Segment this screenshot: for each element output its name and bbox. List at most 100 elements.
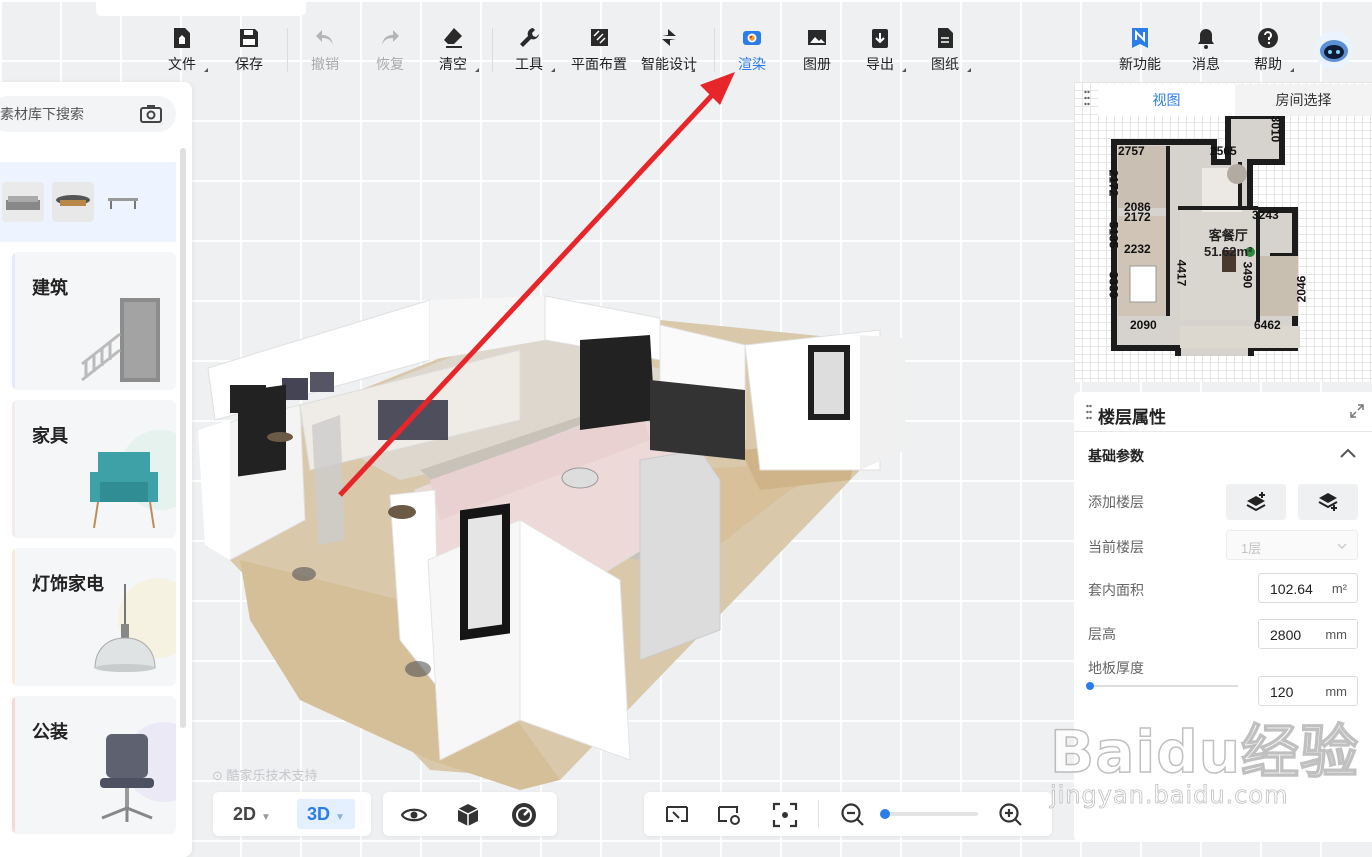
clear-button[interactable]: 清空 [423,26,483,76]
add-floor-above-button[interactable] [1226,484,1286,520]
chevron-down-icon [1337,543,1347,549]
bell-icon [1198,29,1214,49]
drag-handle-icon[interactable] [1086,404,1092,420]
library-scrollbar[interactable] [180,148,186,728]
inner-area-value: 102.64 [1270,581,1313,597]
messages-button[interactable]: 消息 [1176,26,1236,76]
category-commercial[interactable]: 公装 [12,696,176,834]
coffee-table-thumbnail[interactable] [52,182,94,222]
floorplan-minimap[interactable]: 视图 房间选择 客餐厅 51.62m² 2757 2565 3010 2086 … [1074,82,1372,382]
file-label: 文件 [168,56,196,72]
render-button[interactable]: 渲染 [722,26,782,76]
file-icon [174,28,190,48]
slider-handle[interactable] [1086,682,1094,690]
current-floor-label: 当前楼层 [1088,539,1144,555]
tab-view[interactable]: 视图 [1098,84,1235,116]
slab-thickness-label: 地板厚度 [1088,660,1144,676]
zoom-slider[interactable] [880,809,978,819]
dim-label: 4417 [1174,259,1189,287]
mode-3d-button[interactable]: 3D ▼ [297,799,355,829]
floor-height-unit: mm [1325,627,1347,642]
cube-icon[interactable] [455,802,481,828]
mode-2d-button[interactable]: 2D ▼ [223,799,281,829]
avatar[interactable] [1314,30,1354,70]
dim-label: 3010 [1268,115,1283,143]
props-header: 楼层属性 [1074,392,1372,432]
tab-room-select[interactable]: 房间选择 [1235,84,1372,116]
dim-label: 2172 [1124,210,1151,224]
clear-label: 清空 [439,56,467,72]
focus-icon[interactable] [772,802,798,828]
gauge-icon[interactable] [511,802,537,828]
export-icon [872,29,888,48]
zoom-in-icon[interactable] [998,802,1024,828]
inner-area-unit: m² [1331,581,1347,596]
view-mode-group: 2D ▼ 3D ▼ [213,792,371,836]
category-furniture[interactable]: 家具 [12,400,176,538]
section-title: 基础参数 [1088,448,1144,464]
current-floor-select[interactable]: 1层 [1226,530,1358,560]
camera-view-icon[interactable] [664,802,690,828]
category-lighting-appliances[interactable]: 灯饰家电 [12,548,176,686]
dim-label: 6462 [1254,318,1281,332]
camera-settings-icon[interactable] [716,802,742,828]
add-floor-buttons [1226,484,1366,520]
help-label: 帮助 [1254,56,1282,72]
inner-area-field[interactable]: 102.64 m² [1258,573,1358,603]
undo-label: 撤销 [311,56,339,72]
category-label: 家具 [32,426,68,446]
album-button[interactable]: 图册 [787,26,847,76]
export-button[interactable]: 导出 [850,26,910,76]
dim-label: 3339 [1106,271,1121,299]
add-floor-below-button[interactable] [1298,484,1358,520]
file-button[interactable]: 文件 [152,26,212,76]
messages-label: 消息 [1192,56,1220,72]
slab-thickness-field[interactable]: 120 mm [1258,676,1358,706]
top-toolbar: 文件 保存 撤销 恢复 清空 工具 平面布置 智能设计 渲染 图册 导出 图纸 … [0,0,1372,82]
table-thumbnail[interactable] [102,182,144,222]
floor-layout-button[interactable]: 平面布置 [569,26,629,76]
eye-icon[interactable] [401,802,427,828]
layers-up-icon [1246,492,1266,512]
support-text: ⊙ 酷家乐技术支持 [212,768,318,783]
category-label: 公装 [32,722,68,742]
slab-thickness-slider[interactable] [1086,680,1238,692]
help-button[interactable]: 帮助 [1238,26,1298,76]
dim-label: 2090 [1130,318,1157,332]
new-feature-icon [1132,28,1148,48]
tools-button[interactable]: 工具 [499,26,559,76]
zoom-out-icon[interactable] [840,802,866,828]
smart-design-label: 智能设计 [641,56,697,72]
dim-label: 2046 [1294,275,1309,303]
redo-button[interactable]: 恢复 [360,26,420,76]
tools-label: 工具 [515,56,543,72]
smart-design-button[interactable]: 智能设计 [639,26,699,76]
sofa-thumbnail[interactable] [2,182,44,222]
dim-label: 2232 [1124,242,1151,256]
floor-layout-icon [591,29,608,46]
door-stairs-icon [81,298,160,382]
material-library-panel: 建筑 家具 灯饰家电 公装 [0,82,192,857]
add-floor-label: 添加楼层 [1088,494,1144,510]
save-button[interactable]: 保存 [219,26,279,76]
drawing-button[interactable]: 图纸 [915,26,975,76]
new-feature-button[interactable]: 新功能 [1110,26,1170,76]
inner-area-label: 套内面积 [1088,582,1144,598]
camera-zoom-group [644,792,1052,836]
drawing-icon [938,28,953,48]
display-options-group [383,792,557,836]
chevron-up-icon[interactable] [1340,448,1356,458]
category-architecture[interactable]: 建筑 [12,252,176,390]
zoom-slider-handle[interactable] [880,809,890,819]
floor-height-field[interactable]: 2800 mm [1258,619,1358,649]
pendant-lamp-icon [94,584,156,672]
save-icon [240,29,258,47]
eraser-icon [444,28,462,48]
drag-handle-icon[interactable] [1084,90,1090,106]
lightning-icon [662,29,676,46]
undo-button[interactable]: 撤销 [295,26,355,76]
camera-search-icon[interactable] [140,104,162,124]
room-name: 客餐厅 [1208,228,1248,243]
floor-layout-label: 平面布置 [571,56,627,72]
expand-icon[interactable] [1350,404,1364,418]
